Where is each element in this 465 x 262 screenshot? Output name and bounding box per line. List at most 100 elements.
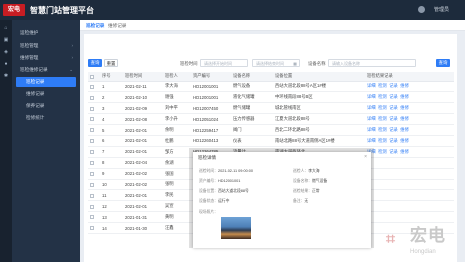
modal-field: 资产编号：HD12001001 bbox=[199, 179, 241, 183]
row-action-link[interactable]: 详细 bbox=[367, 127, 376, 132]
detail-modal: 巡检详情 × 巡检时间：2021-02-11 09:00:00 巡检人：李大海 … bbox=[193, 152, 371, 248]
table-row[interactable]: 5 2021-02-01 余明 HD12259417 阀门 西北二环北路88号 详细 检测 记录… bbox=[88, 124, 454, 136]
row-checkbox[interactable] bbox=[88, 124, 100, 136]
row-checkbox[interactable] bbox=[88, 102, 100, 115]
row-checkbox[interactable] bbox=[88, 135, 100, 147]
table-cell: 张明 bbox=[163, 179, 191, 191]
col-header: 设备名称 bbox=[231, 72, 273, 82]
sidebar-item-repair-record[interactable]: 维修记录 bbox=[16, 89, 76, 99]
row-action-link[interactable]: 维修 bbox=[400, 83, 409, 88]
device-name-input[interactable]: 请输入设备名称 bbox=[328, 59, 416, 67]
site-photo[interactable] bbox=[221, 217, 251, 239]
table-cell: 余明 bbox=[163, 124, 191, 136]
row-action-link[interactable]: 记录 bbox=[389, 116, 398, 121]
close-icon[interactable]: × bbox=[364, 154, 367, 160]
row-action-link[interactable]: 记录 bbox=[389, 149, 398, 154]
col-header: 设备位置 bbox=[273, 72, 365, 82]
row-action-link[interactable]: 记录 bbox=[389, 94, 398, 99]
table-row[interactable]: 1 2021-02-11 李大海 HD12001001 燃气设备 西站大道北段88号A区1… bbox=[88, 81, 454, 93]
row-checkbox[interactable] bbox=[88, 146, 100, 158]
row-checkbox[interactable] bbox=[88, 222, 100, 234]
table-row[interactable]: 2 2021-02-10 谢强 HD12001001 液化气储罐 中环线南段88号B区 详细… bbox=[88, 91, 454, 104]
avatar[interactable] bbox=[418, 6, 425, 13]
table-cell: 6 bbox=[100, 135, 123, 147]
row-actions bbox=[365, 157, 454, 169]
app-title: 智慧门站管理平台 bbox=[30, 6, 94, 15]
row-checkbox[interactable] bbox=[88, 211, 100, 224]
row-actions: 详细 检测 记录 维修 bbox=[365, 113, 454, 126]
row-action-link[interactable]: 维修 bbox=[400, 94, 409, 99]
row-action-link[interactable]: 记录 bbox=[389, 83, 398, 88]
sidebar-item-repair-mgmt[interactable]: 维修管理 › bbox=[16, 53, 76, 63]
modal-title: 巡检详情 bbox=[198, 155, 216, 160]
row-action-link[interactable]: 详细 bbox=[367, 105, 376, 110]
row-action-link[interactable]: 记录 bbox=[389, 127, 398, 132]
brand-logo: 宏电 bbox=[3, 4, 25, 16]
watermark: ⌗ 宏电 Hongdian bbox=[386, 222, 461, 260]
row-action-link[interactable]: 检测 bbox=[378, 105, 387, 110]
chevron-down-icon: ⌄ bbox=[69, 67, 73, 72]
row-action-link[interactable]: 记录 bbox=[389, 105, 398, 110]
row-action-link[interactable]: 维修 bbox=[400, 116, 409, 121]
modal-field: 设备名称：燃气设备 bbox=[293, 179, 328, 183]
row-checkbox[interactable] bbox=[88, 113, 100, 126]
table-cell: 5 bbox=[100, 124, 123, 136]
select-all-checkbox[interactable] bbox=[88, 72, 100, 82]
query-button[interactable]: 查询 bbox=[436, 59, 450, 67]
row-action-link[interactable]: 维修 bbox=[400, 149, 409, 154]
row-action-link[interactable]: 详细 bbox=[367, 83, 376, 88]
tab-repair-record[interactable]: 维修记录 bbox=[104, 21, 130, 31]
row-checkbox[interactable] bbox=[88, 157, 100, 169]
row-action-link[interactable]: 检测 bbox=[378, 83, 387, 88]
row-checkbox[interactable] bbox=[88, 168, 100, 180]
user-menu[interactable]: 管理员 bbox=[434, 6, 449, 13]
end-date-input[interactable]: 请选择结束时间 ▦ bbox=[252, 59, 300, 67]
sidebar-item-inspection-mgmt[interactable]: 巡检管理 › bbox=[16, 41, 76, 51]
row-action-link[interactable]: 检测 bbox=[378, 138, 387, 143]
row-checkbox[interactable] bbox=[88, 179, 100, 191]
table-row[interactable]: 6 2021-02-01 杜鹏 HD12260413 仪表 南站北路88号大道南侧A区1#… bbox=[88, 135, 454, 147]
row-action-link[interactable]: 检测 bbox=[378, 94, 387, 99]
row-action-link[interactable]: 维修 bbox=[400, 138, 409, 143]
sidebar-item-stats[interactable]: 检修统计 bbox=[16, 113, 76, 123]
row-checkbox[interactable] bbox=[88, 200, 100, 213]
row-checkbox[interactable] bbox=[88, 189, 100, 202]
table-cell: HD12051024 bbox=[191, 113, 231, 126]
settings-icon[interactable]: ✱ bbox=[3, 74, 9, 79]
row-action-link[interactable]: 检测 bbox=[378, 116, 387, 121]
table-row[interactable]: 4 2021-02-08 李小升 HD12051024 压力传感器 江夏大道北段88号 详细… bbox=[88, 113, 454, 126]
table-cell: 2021-02-09 bbox=[123, 102, 163, 115]
table-cell: 李民 bbox=[163, 189, 191, 202]
row-checkbox[interactable] bbox=[88, 91, 100, 104]
table-cell: 4 bbox=[100, 113, 123, 126]
search-button[interactable]: 查询 bbox=[88, 59, 102, 67]
row-action-link[interactable]: 详细 bbox=[367, 94, 376, 99]
table-cell: 2021-02-01 bbox=[123, 146, 163, 158]
table-cell: HD12001001 bbox=[191, 91, 231, 104]
table-cell: 2021-02-08 bbox=[123, 113, 163, 126]
table-cell: 汪鑫 bbox=[163, 222, 191, 234]
row-action-link[interactable]: 详细 bbox=[367, 138, 376, 143]
reset-button[interactable]: 重置 bbox=[104, 59, 118, 67]
sidebar-item-inspection-record[interactable]: 巡检记录 bbox=[16, 77, 76, 87]
map-icon[interactable]: ◈ bbox=[3, 50, 9, 55]
row-action-link[interactable]: 检测 bbox=[378, 149, 387, 154]
col-header: 巡检时间 bbox=[123, 72, 163, 82]
person-icon[interactable]: ● bbox=[3, 62, 9, 67]
device-icon[interactable]: ▣ bbox=[3, 38, 9, 43]
watermark-en: Hongdian bbox=[410, 249, 436, 255]
sidebar-item-maintenance[interactable]: 运检维护 bbox=[16, 28, 76, 38]
sidebar-item-upkeep-record[interactable]: 保养记录 bbox=[16, 101, 76, 111]
start-date-input[interactable]: 请选择开始时间 bbox=[200, 59, 248, 67]
row-action-link[interactable]: 维修 bbox=[400, 105, 409, 110]
sidebar-item-records[interactable]: 巡检维修记录 ⌄ bbox=[16, 65, 76, 75]
table-cell: 城北管线南区 bbox=[273, 102, 365, 115]
row-action-link[interactable]: 检测 bbox=[378, 127, 387, 132]
table-row[interactable]: 3 2021-02-09 刘中平 HD12007450 燃气储罐 城北管线南区 详细 检测 记录… bbox=[88, 102, 454, 115]
row-actions bbox=[365, 179, 454, 191]
row-checkbox[interactable] bbox=[88, 81, 100, 93]
row-action-link[interactable]: 记录 bbox=[389, 138, 398, 143]
row-action-link[interactable]: 详细 bbox=[367, 116, 376, 121]
home-icon[interactable]: ⌂ bbox=[3, 26, 9, 31]
row-action-link[interactable]: 维修 bbox=[400, 127, 409, 132]
